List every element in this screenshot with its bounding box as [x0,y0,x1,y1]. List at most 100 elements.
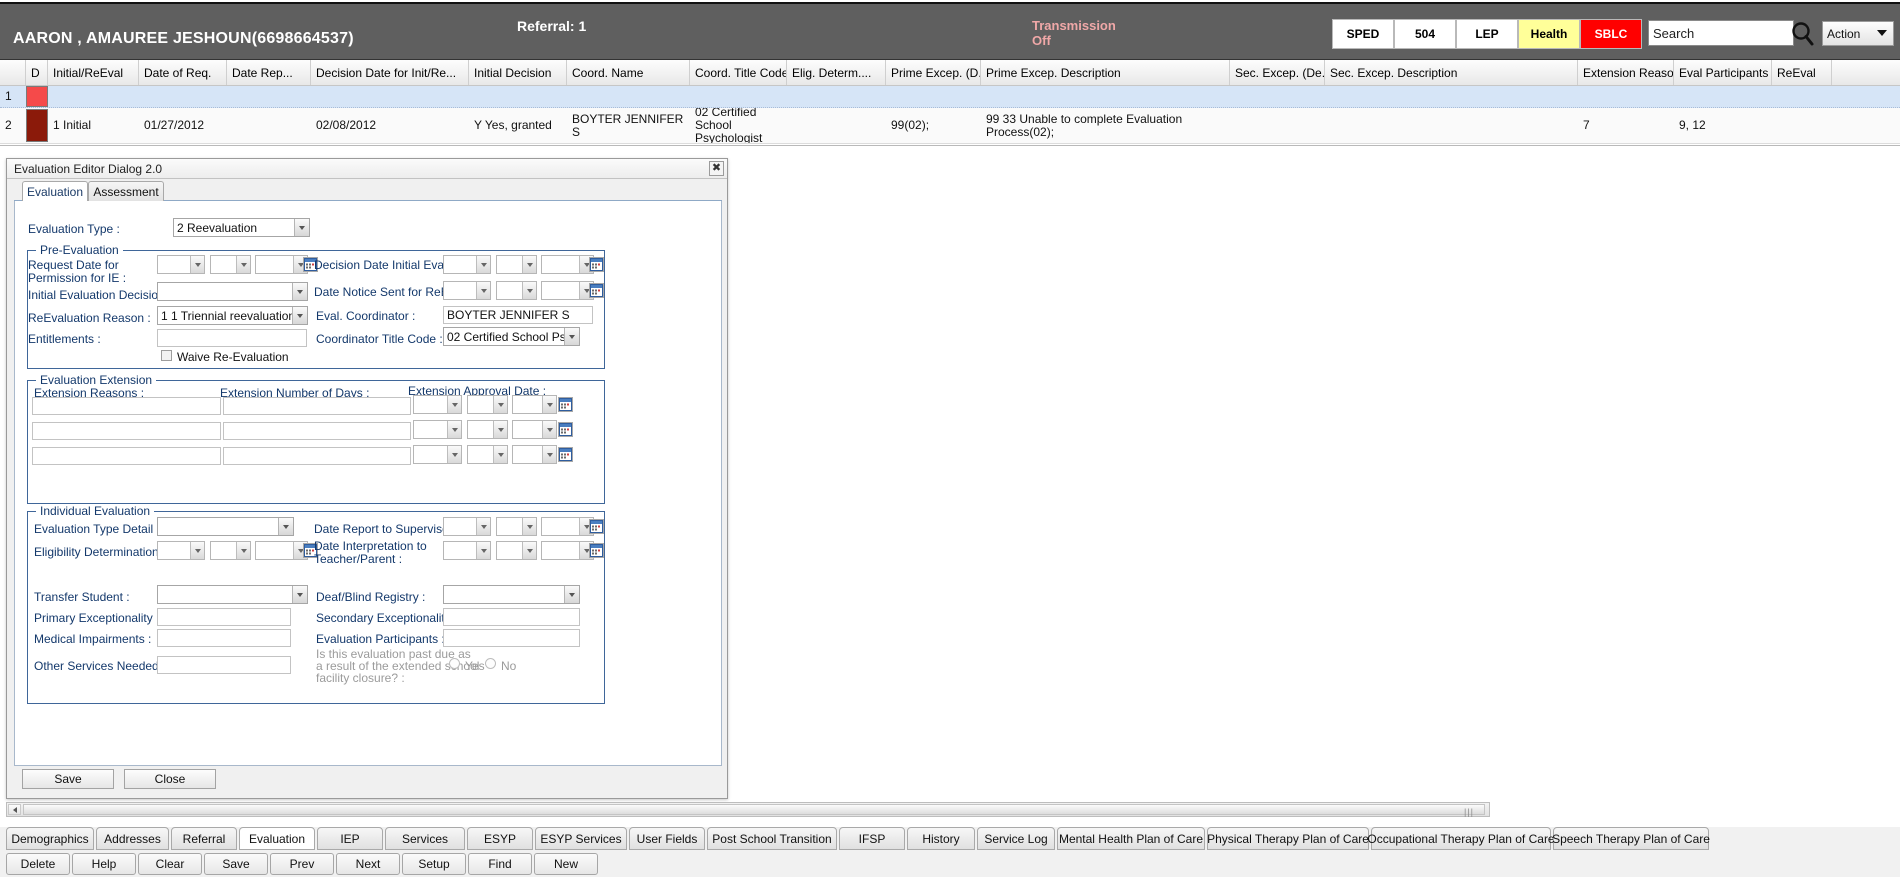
search-input[interactable] [1648,20,1794,46]
request-date-day[interactable] [210,255,251,274]
prev-button[interactable]: Prev [270,853,334,875]
find-button[interactable]: Find [468,853,532,875]
status-swatch[interactable] [26,108,48,143]
table-cell[interactable]: 99(02); [886,108,981,143]
tab-referral[interactable]: Referral [171,827,237,850]
transfer-student-select[interactable] [157,585,308,604]
table-cell[interactable]: 9, 12 [1674,108,1772,143]
other-services-needed-input[interactable] [157,656,291,674]
tab-occupational-therapy-plan-of-care[interactable]: Occupational Therapy Plan of Care [1367,827,1555,850]
extension-days-input[interactable] [223,422,411,440]
program-button-sped[interactable]: SPED [1332,19,1394,49]
help-button[interactable]: Help [72,853,136,875]
table-cell[interactable] [1325,108,1578,143]
tab-evaluation[interactable]: Evaluation [239,827,315,850]
extension-reason-input[interactable] [32,447,221,465]
eligibility-date-year[interactable] [255,541,308,560]
setup-button[interactable]: Setup [402,853,466,875]
date-notice-day[interactable] [496,281,537,300]
extension-reason-input[interactable] [32,397,221,415]
table-cell[interactable]: 7 [1578,108,1674,143]
table-cell[interactable]: 01/27/2012 [139,108,227,143]
extension-date-year[interactable] [512,395,557,414]
scrollbar-thumb[interactable]: ||| [23,804,1485,817]
tab-physical-therapy-plan-of-care[interactable]: Physical Therapy Plan of Care [1207,827,1369,850]
date-report-supervisor-day[interactable] [496,517,537,536]
secondary-exceptionality-input[interactable] [443,608,580,626]
evaluation-type-select[interactable]: 2 Reevaluation [173,218,310,237]
table-cell[interactable] [886,86,981,107]
extension-date-year[interactable] [512,445,557,464]
extension-date-day[interactable] [467,445,508,464]
tab-mental-health-plan-of-care[interactable]: Mental Health Plan of Care [1057,827,1205,850]
grid-column-header[interactable]: ReEval [1772,60,1832,85]
table-row[interactable]: 2 1 Initial 01/27/2012 02/08/2012 Y Yes, gra… [0,108,1900,144]
date-report-supervisor-month[interactable] [443,517,491,536]
table-cell[interactable]: Y Yes, granted [469,108,567,143]
grid-column-header[interactable]: D [26,60,48,85]
grid-column-header[interactable]: Eval Participants [1674,60,1772,85]
eval-coordinator-input[interactable] [443,306,593,324]
date-report-supervisor-year[interactable] [541,517,594,536]
primary-exceptionality-input[interactable] [157,608,291,626]
tab-post-school-transition[interactable]: Post School Transition [707,827,837,850]
medical-impairments-input[interactable] [157,629,291,647]
request-date-month[interactable] [157,255,205,274]
close-icon[interactable]: ✖ [709,161,724,176]
table-cell[interactable] [1325,86,1578,107]
program-button-504[interactable]: 504 [1394,19,1456,49]
status-swatch[interactable] [26,86,48,107]
table-cell[interactable] [1674,86,1772,107]
calendar-icon[interactable] [589,283,604,298]
grid-column-header[interactable]: Coord. Name [567,60,690,85]
calendar-icon[interactable] [589,257,604,272]
dialog-save-button[interactable]: Save [22,769,114,789]
table-cell[interactable]: BOYTER JENNIFER S [567,108,690,143]
tab-iep[interactable]: IEP [317,827,383,850]
tab-ifsp[interactable]: IFSP [839,827,905,850]
table-cell[interactable] [469,86,567,107]
grid-column-header[interactable]: Prime Excep. Description [981,60,1230,85]
grid-column-header[interactable]: Initial Decision [469,60,567,85]
calendar-icon[interactable] [558,397,573,412]
dialog-titlebar[interactable]: Evaluation Editor Dialog 2.0 ✖ [7,159,727,179]
extension-days-input[interactable] [223,397,411,415]
new-button[interactable]: New [534,853,598,875]
decision-date-month[interactable] [443,255,491,274]
calendar-icon[interactable] [589,543,604,558]
date-interpretation-month[interactable] [443,541,491,560]
calendar-icon[interactable] [558,422,573,437]
table-cell[interactable]: 02 Certified School Psychologist [690,108,787,143]
deaf-blind-registry-select[interactable] [443,585,580,604]
extension-reason-input[interactable] [32,422,221,440]
past-due-no-radio[interactable] [485,658,496,669]
delete-button[interactable]: Delete [6,853,70,875]
eval-type-detail-select[interactable] [157,517,294,536]
extension-date-day[interactable] [467,420,508,439]
tab-speech-therapy-plan-of-care[interactable]: Speech Therapy Plan of Care [1552,827,1710,850]
grid-column-header[interactable]: Date Rep... [227,60,311,85]
table-cell[interactable] [1230,86,1325,107]
date-interpretation-year[interactable] [541,541,594,560]
tab-esyp-services[interactable]: ESYP Services [535,827,627,850]
decision-date-day[interactable] [496,255,537,274]
table-cell[interactable]: 1 Initial [48,108,139,143]
next-button[interactable]: Next [336,853,400,875]
tab-evaluation[interactable]: Evaluation [22,181,88,202]
extension-days-input[interactable] [223,447,411,465]
search-icon[interactable] [1790,20,1816,48]
tab-history[interactable]: History [907,827,975,850]
grid-column-header[interactable] [0,60,26,85]
table-cell[interactable] [567,86,690,107]
extension-date-month[interactable] [413,395,462,414]
table-cell[interactable] [787,86,886,107]
entitlements-input[interactable] [157,329,307,347]
program-button-health[interactable]: Health [1518,19,1580,49]
grid-column-header[interactable]: Extension Reason [1578,60,1674,85]
table-cell[interactable] [48,86,139,107]
tab-user-fields[interactable]: User Fields [629,827,705,850]
table-cell[interactable]: 99 33 Unable to complete Evaluation Proc… [981,108,1230,143]
grid-column-header[interactable]: Elig. Determ.... [787,60,886,85]
table-cell[interactable] [690,86,787,107]
grid-column-header[interactable]: Sec. Excep. (De... [1230,60,1325,85]
